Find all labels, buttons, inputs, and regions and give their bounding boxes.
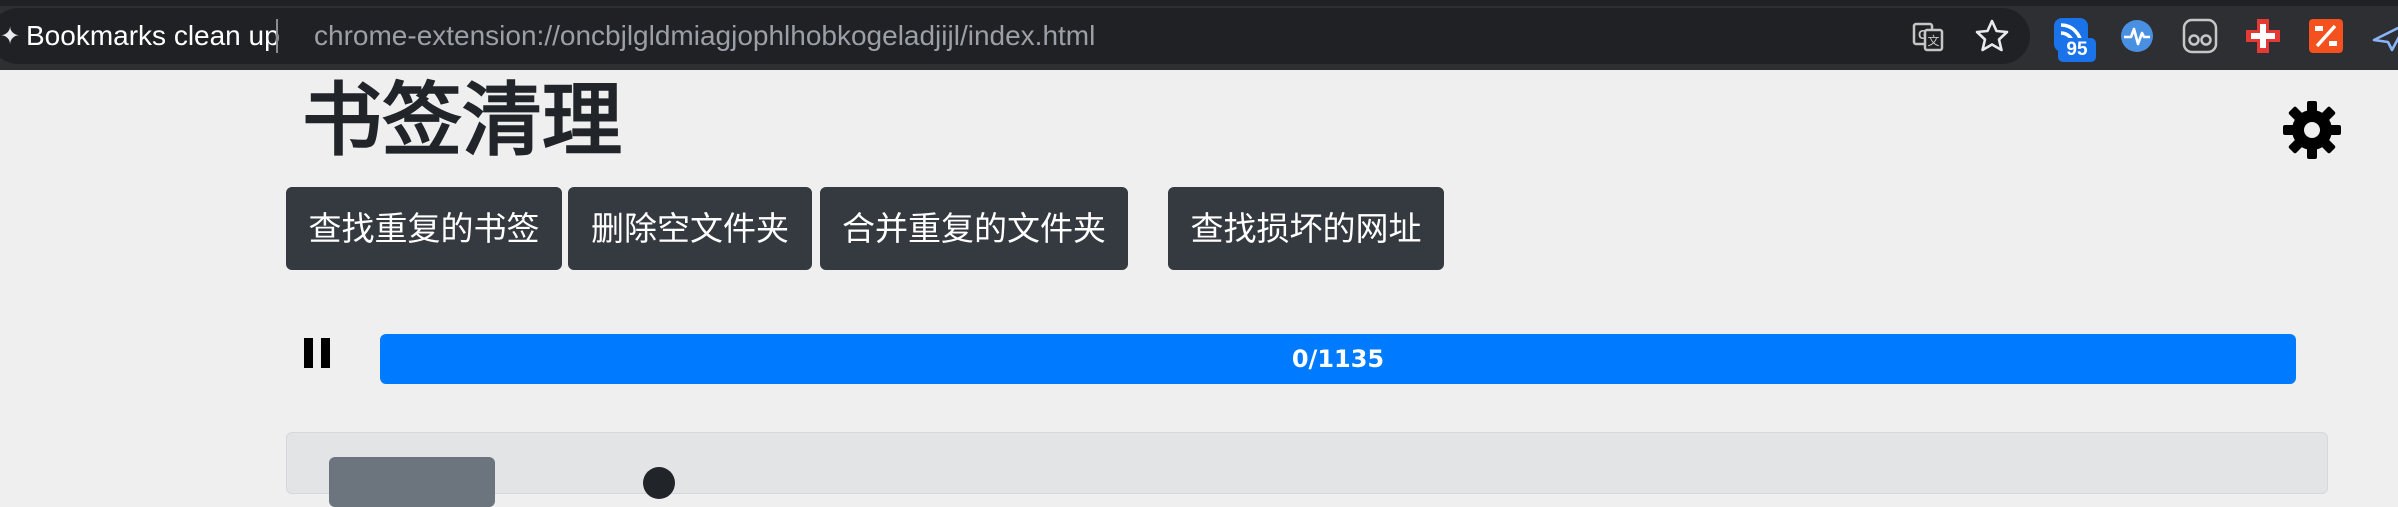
reader-extension-icon[interactable] (2180, 16, 2220, 56)
pulse-extension-icon[interactable] (2117, 16, 2157, 56)
plus-cross-extension-icon[interactable] (2243, 16, 2283, 56)
omnibox-page-title: Bookmarks clean up (26, 20, 280, 51)
tab-strip-edge (0, 0, 2398, 6)
find-broken-urls-button[interactable]: 查找损坏的网址 (1168, 187, 1444, 270)
progress-bar: 0/1135 (380, 334, 2296, 384)
browser-toolbar: ✦ Bookmarks clean up chrome-extension://… (0, 0, 2398, 70)
translate-icon[interactable]: G 文 (1910, 18, 1946, 54)
pause-icon[interactable] (304, 338, 332, 368)
results-card (286, 432, 2328, 507)
extension-badge: 95 (2058, 38, 2096, 62)
find-duplicate-bookmarks-button[interactable]: 查找重复的书签 (286, 187, 562, 270)
delete-empty-folders-button[interactable]: 删除空文件夹 (568, 187, 812, 270)
omnibox-divider (276, 19, 278, 53)
svg-text:文: 文 (1927, 33, 1939, 48)
plane-extension-icon[interactable] (2370, 16, 2398, 56)
percent-extension-icon[interactable] (2306, 16, 2346, 56)
merge-duplicate-folders-button[interactable]: 合并重复的文件夹 (820, 187, 1128, 270)
progress-label: 0/1135 (1291, 345, 1385, 373)
results-action-button[interactable] (329, 457, 495, 507)
gear-icon[interactable] (2282, 100, 2342, 160)
bookmark-star-icon[interactable] (1974, 18, 2010, 54)
app-menu-icon[interactable]: ✦ (0, 22, 20, 50)
url-field[interactable]: chrome-extension://oncbjlgldmiagjophlhob… (314, 18, 1095, 54)
page-title: 书签清理 (302, 74, 622, 167)
